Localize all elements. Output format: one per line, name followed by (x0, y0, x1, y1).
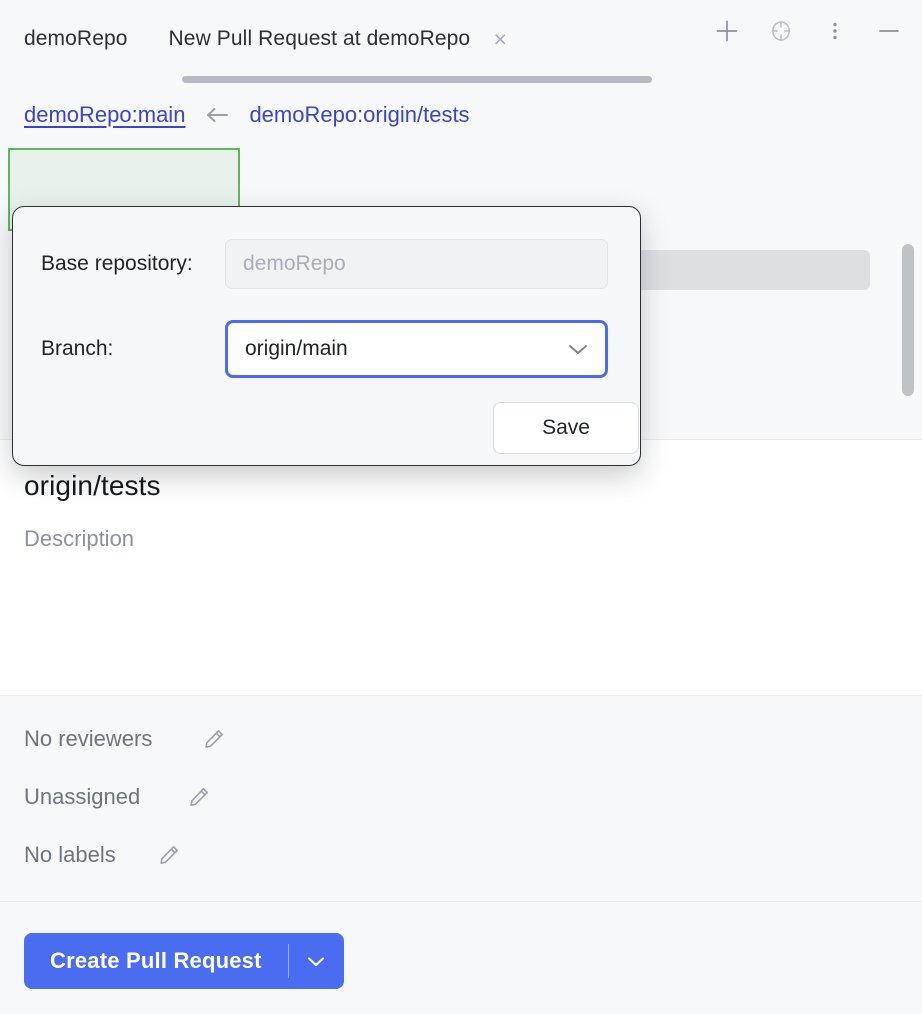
chevron-down-icon (567, 342, 589, 356)
labels-row: No labels (24, 842, 181, 868)
pencil-icon[interactable] (202, 727, 226, 751)
minus-icon[interactable] (874, 16, 904, 46)
base-branch-link[interactable]: demoRepo:main (24, 102, 185, 128)
base-repository-row: Base repository: demoRepo (13, 239, 640, 289)
pull-request-footer: Create Pull Request (0, 902, 922, 1014)
plus-icon[interactable] (712, 16, 742, 46)
labels-label: No labels (24, 842, 139, 868)
vertical-dots-icon[interactable] (820, 16, 850, 46)
window-titlebar: demoRepo New Pull Request at demoRepo × (0, 0, 922, 78)
pull-request-description-area: origin/tests Description (0, 440, 922, 696)
save-button[interactable]: Save (493, 402, 639, 454)
reviewers-row: No reviewers (24, 726, 226, 752)
branch-comparison-row: demoRepo:main demoRepo:origin/tests (0, 102, 470, 128)
base-branch-popup: Base repository: demoRepo Branch: origin… (12, 206, 641, 466)
breadcrumb-repo[interactable]: demoRepo (24, 27, 128, 51)
pencil-icon[interactable] (187, 785, 211, 809)
pull-request-description-input[interactable]: Description (24, 526, 134, 552)
branch-scroll-region: demoRepo:main demoRepo:origin/tests Base… (0, 78, 922, 440)
branch-row: Branch: origin/main (13, 320, 640, 378)
create-pull-request-button[interactable]: Create Pull Request (24, 948, 288, 974)
assignee-row: Unassigned (24, 784, 211, 810)
pull-request-meta-area: No reviewers Unassigned No labels (0, 696, 922, 902)
arrow-left-icon (203, 104, 231, 126)
branch-select-value: origin/main (245, 337, 348, 361)
assignee-label: Unassigned (24, 784, 169, 810)
create-pull-request-button-group[interactable]: Create Pull Request (24, 933, 344, 989)
window-actions (712, 16, 904, 46)
branch-label: Branch: (13, 337, 225, 361)
horizontal-scrollbar[interactable] (182, 76, 652, 83)
base-repository-input[interactable]: demoRepo (225, 239, 608, 289)
vertical-scrollbar[interactable] (902, 244, 914, 396)
base-repository-label: Base repository: (13, 252, 225, 276)
tab-new-pull-request[interactable]: New Pull Request at demoRepo (169, 27, 471, 51)
reviewers-label: No reviewers (24, 726, 184, 752)
close-icon[interactable]: × (487, 26, 513, 52)
chevron-down-icon[interactable] (289, 933, 344, 989)
branch-select-dropdown[interactable]: origin/main (225, 320, 608, 378)
head-branch-link[interactable]: demoRepo:origin/tests (249, 102, 469, 128)
pencil-icon[interactable] (157, 843, 181, 867)
crosshair-icon[interactable] (766, 16, 796, 46)
pull-request-window: demoRepo New Pull Request at demoRepo × (0, 0, 922, 1014)
pull-request-title-input[interactable]: origin/tests (24, 470, 161, 502)
